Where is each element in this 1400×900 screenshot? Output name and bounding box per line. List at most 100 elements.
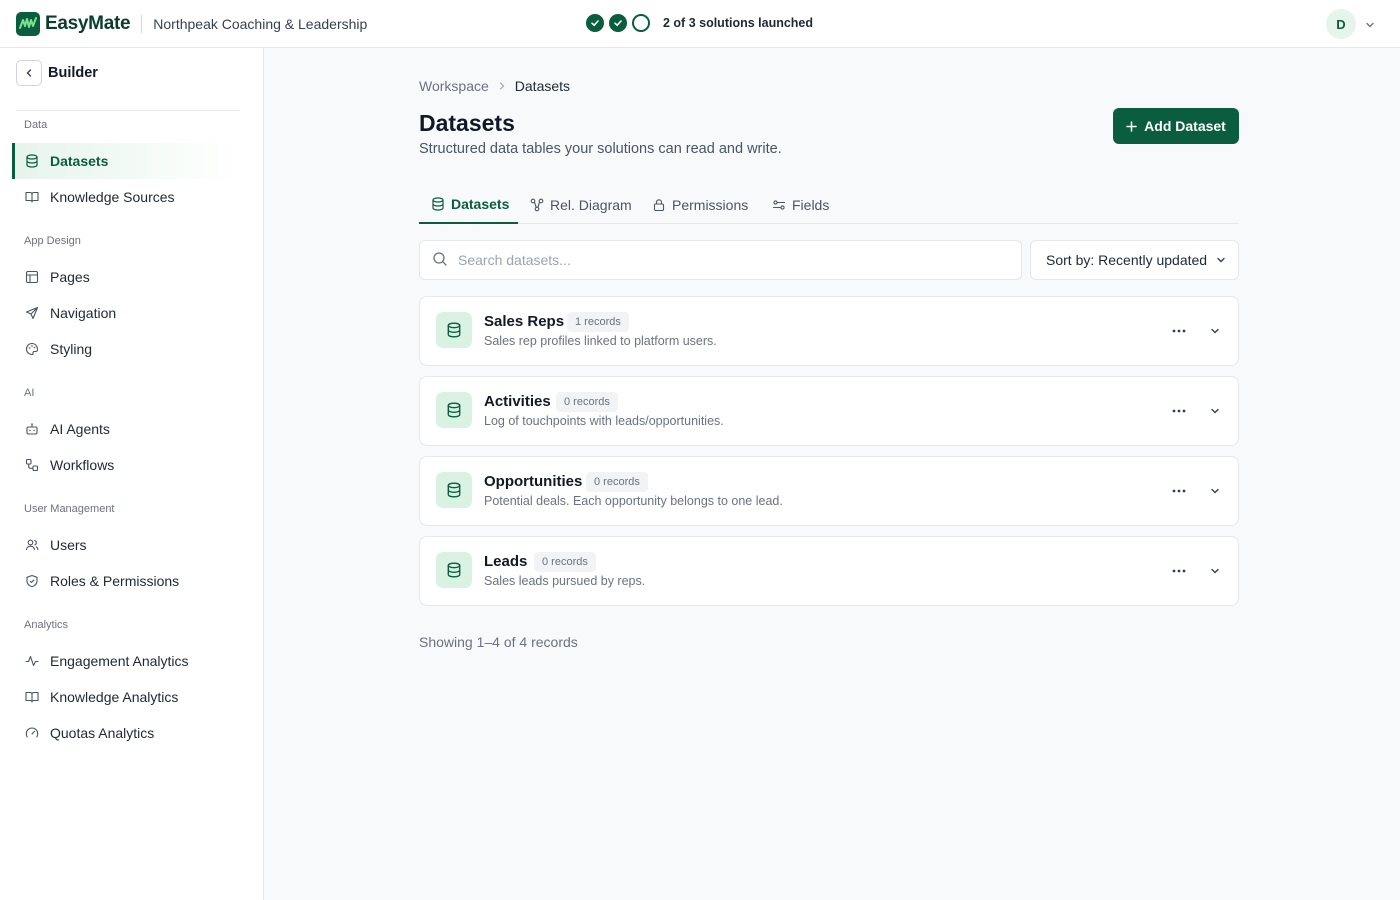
tab-label: Fields <box>792 196 830 213</box>
chevron-down-icon[interactable] <box>1206 482 1224 500</box>
pagination-summary: Showing 1–4 of 4 records <box>419 634 578 650</box>
section-title-app-design: App Design <box>24 235 81 247</box>
sidebar-item-users[interactable]: Users <box>12 527 240 563</box>
brand-divider <box>141 14 143 33</box>
dataset-description: Sales rep profiles linked to platform us… <box>484 334 717 348</box>
sidebar-item-label: Users <box>50 537 87 553</box>
more-options-icon[interactable] <box>1168 401 1190 421</box>
tab-label: Datasets <box>451 196 510 212</box>
breadcrumb-current: Datasets <box>514 78 571 94</box>
tab-permissions[interactable]: Permissions <box>652 186 748 223</box>
activity-icon <box>24 653 40 669</box>
chevron-down-icon[interactable] <box>1364 18 1376 34</box>
sidebar-item-styling[interactable]: Styling <box>12 331 240 367</box>
breadcrumb: Workspace Datasets <box>419 78 570 94</box>
sidebar-item-label: Quotas Analytics <box>50 725 155 741</box>
top-bar: EasyMate Northpeak Coaching & Leadership… <box>0 0 1400 48</box>
step-complete-icon <box>609 14 627 32</box>
search-icon <box>432 251 448 270</box>
breadcrumb-workspace[interactable]: Workspace <box>419 78 489 94</box>
easymate-logo-icon <box>16 11 40 36</box>
sidebar: Builder Data Datasets Knowledge Sources … <box>0 48 264 900</box>
more-options-icon[interactable] <box>1168 561 1190 581</box>
page-title: Datasets <box>419 110 515 136</box>
database-icon <box>436 392 472 428</box>
sidebar-item-ai-agents[interactable]: AI Agents <box>12 411 240 447</box>
sidebar-item-label: Workflows <box>50 457 115 473</box>
database-icon <box>436 312 472 348</box>
sidebar-item-label: Pages <box>50 269 90 285</box>
builder-header: Builder <box>16 60 240 111</box>
org-name[interactable]: Northpeak Coaching & Leadership <box>153 16 367 32</box>
network-icon <box>530 198 544 212</box>
more-options-icon[interactable] <box>1168 481 1190 501</box>
sort-dropdown[interactable]: Sort by: Recently updated <box>1030 240 1239 280</box>
sidebar-item-pages[interactable]: Pages <box>12 259 240 295</box>
dataset-card-opportunities[interactable]: Opportunities 0 records Potential deals.… <box>419 456 1239 526</box>
chevron-down-icon[interactable] <box>1206 562 1224 580</box>
dataset-card-leads[interactable]: Leads 0 records Sales leads pursued by r… <box>419 536 1239 606</box>
search-box <box>419 240 1022 280</box>
builder-title: Builder <box>48 65 98 81</box>
chevron-down-icon <box>1215 254 1227 266</box>
sidebar-item-roles-permissions[interactable]: Roles & Permissions <box>12 563 240 599</box>
sidebar-item-knowledge-sources[interactable]: Knowledge Sources <box>12 179 240 215</box>
page-subtitle: Structured data tables your solutions ca… <box>419 141 782 157</box>
section-title-ai: AI <box>24 387 35 399</box>
bot-icon <box>24 421 40 437</box>
dataset-name: Sales Reps <box>484 313 565 330</box>
sidebar-item-label: Datasets <box>50 153 109 169</box>
book-icon <box>24 689 40 705</box>
search-input[interactable] <box>458 252 998 268</box>
step-pending-icon <box>632 14 650 32</box>
chevron-left-icon <box>26 69 32 77</box>
record-count-badge: 0 records <box>556 392 618 412</box>
record-count-badge: 0 records <box>534 552 596 572</box>
sidebar-item-navigation[interactable]: Navigation <box>12 295 240 331</box>
book-icon <box>24 189 40 205</box>
lock-icon <box>652 198 666 212</box>
sidebar-item-quotas-analytics[interactable]: Quotas Analytics <box>12 715 240 751</box>
sidebar-item-workflows[interactable]: Workflows <box>12 447 240 483</box>
send-icon <box>24 305 40 321</box>
tab-rel-diagram[interactable]: Rel. Diagram <box>530 186 632 223</box>
step-complete-icon <box>586 14 604 32</box>
chevron-right-icon <box>497 81 507 91</box>
dataset-card-activities[interactable]: Activities 0 records Log of touchpoints … <box>419 376 1239 446</box>
user-avatar[interactable]: D <box>1326 9 1356 39</box>
brand-name: EasyMate <box>45 12 131 34</box>
fields-icon <box>772 198 786 212</box>
chevron-down-icon[interactable] <box>1206 402 1224 420</box>
layout-icon <box>24 269 40 285</box>
dataset-description: Sales leads pursued by reps. <box>484 574 646 588</box>
dataset-card-sales-reps[interactable]: Sales Reps 1 records Sales rep profiles … <box>419 296 1239 366</box>
sidebar-item-label: Navigation <box>50 305 117 321</box>
record-count-badge: 1 records <box>567 312 629 332</box>
sidebar-item-datasets[interactable]: Datasets <box>12 143 240 179</box>
launch-progress[interactable]: 2 of 3 solutions launched <box>586 14 813 32</box>
tab-label: Permissions <box>672 196 749 213</box>
dataset-description: Log of touchpoints with leads/opportunit… <box>484 414 724 428</box>
sidebar-item-engagement-analytics[interactable]: Engagement Analytics <box>12 643 240 679</box>
palette-icon <box>24 341 40 357</box>
database-icon <box>436 552 472 588</box>
dataset-name: Leads <box>484 553 528 570</box>
add-dataset-label: Add Dataset <box>1144 118 1226 134</box>
section-title-user-management: User Management <box>24 503 115 515</box>
add-dataset-button[interactable]: Add Dataset <box>1113 108 1239 144</box>
brand[interactable]: EasyMate Northpeak Coaching & Leadership <box>0 11 367 36</box>
sidebar-item-knowledge-analytics[interactable]: Knowledge Analytics <box>12 679 240 715</box>
tab-datasets[interactable]: Datasets <box>419 186 518 224</box>
tab-fields[interactable]: Fields <box>772 186 829 223</box>
database-icon <box>24 153 40 169</box>
more-options-icon[interactable] <box>1168 321 1190 341</box>
database-icon <box>436 472 472 508</box>
dataset-description: Potential deals. Each opportunity belong… <box>484 494 783 508</box>
back-button[interactable] <box>16 60 42 86</box>
sidebar-item-label: Engagement Analytics <box>50 653 189 669</box>
plus-icon <box>1126 120 1137 132</box>
sidebar-item-label: AI Agents <box>50 421 110 437</box>
sidebar-item-label: Knowledge Analytics <box>50 689 179 705</box>
chevron-down-icon[interactable] <box>1206 322 1224 340</box>
sidebar-item-label: Styling <box>50 341 93 357</box>
